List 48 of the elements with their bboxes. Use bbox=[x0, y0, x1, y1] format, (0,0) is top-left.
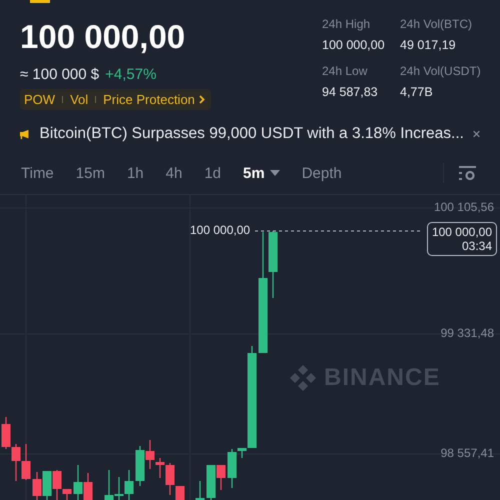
tab-indicator bbox=[30, 0, 50, 3]
candle bbox=[124, 470, 134, 500]
candle bbox=[104, 470, 114, 500]
candle bbox=[42, 471, 52, 500]
interval-tab[interactable]: 1d bbox=[204, 164, 222, 182]
news-headline[interactable]: Bitcoin(BTC) Surpasses 99,000 USDT with a 3.18% Increas... bbox=[40, 125, 464, 143]
candle bbox=[136, 446, 144, 486]
price-protection-link[interactable]: Price Protection bbox=[103, 92, 205, 107]
tag-label: Vol bbox=[70, 92, 88, 107]
marker-price: 100 000,00 bbox=[432, 225, 492, 239]
stat-value: 4,77B bbox=[400, 85, 434, 99]
candle bbox=[216, 465, 226, 490]
interval-tab[interactable]: 15m bbox=[76, 164, 105, 182]
candle bbox=[84, 473, 92, 500]
price-axis-label: 99 331,48 bbox=[440, 326, 494, 340]
stat-label: 24h Low bbox=[322, 64, 368, 78]
chart-settings-icon[interactable] bbox=[459, 166, 476, 180]
tag-label: POW bbox=[24, 92, 56, 107]
interval-tab[interactable]: 1h bbox=[126, 164, 144, 182]
last-price-label: 100 000,00 bbox=[190, 223, 250, 237]
interval-tab[interactable]: 5m bbox=[243, 164, 280, 182]
stat-value: 49 017,19 bbox=[400, 38, 457, 52]
interval-tab[interactable]: Depth bbox=[302, 164, 342, 182]
close-icon[interactable] bbox=[472, 129, 480, 139]
fiat-price: ≈ 100 000 $ bbox=[20, 66, 100, 83]
candle bbox=[206, 465, 216, 500]
candle bbox=[12, 444, 20, 481]
candle bbox=[32, 472, 42, 500]
candle bbox=[22, 444, 30, 480]
price-axis-label: 98 557,41 bbox=[440, 446, 494, 460]
candle bbox=[196, 481, 204, 500]
logo-icon bbox=[288, 363, 318, 393]
interval-tab[interactable]: 4h bbox=[166, 164, 182, 182]
candle bbox=[2, 417, 10, 449]
stat-label: 24h Vol(USDT) bbox=[400, 64, 482, 78]
price-axis-label: 100 105,56 bbox=[434, 200, 494, 214]
stat-value: 100 000,00 bbox=[322, 38, 386, 52]
candle bbox=[74, 465, 82, 500]
last-price: 100 000,00 bbox=[20, 17, 186, 57]
chevron-right-icon bbox=[198, 95, 205, 104]
stat-value: 94 587,83 bbox=[322, 85, 379, 99]
candle bbox=[114, 477, 124, 500]
countdown-time: 03:34 bbox=[460, 239, 492, 253]
megaphone-icon bbox=[20, 128, 31, 140]
interval-tab[interactable]: Time bbox=[21, 164, 54, 182]
stat-label: 24h Vol(BTC) bbox=[400, 17, 474, 31]
stat-label: 24h High bbox=[322, 17, 372, 31]
price-change: +4,57% bbox=[105, 66, 156, 83]
